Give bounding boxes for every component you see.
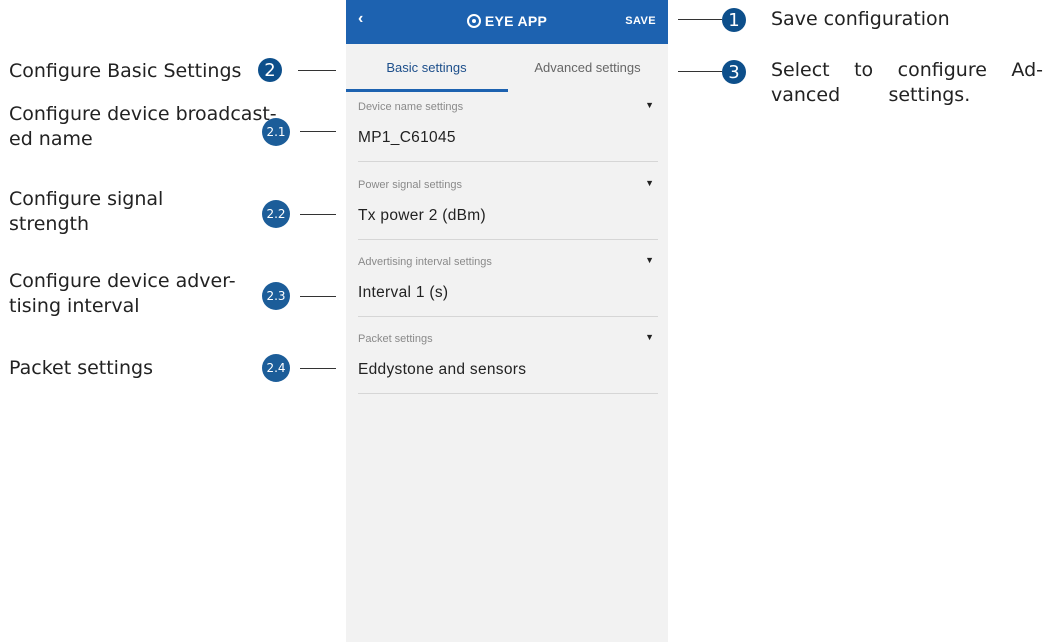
annotation-packet-settings: Packet settings (9, 357, 153, 379)
annotation-advertising-interval-line1: Configure device adver- (9, 270, 236, 292)
setting-label: Advertising interval settings (358, 256, 492, 268)
callout-line-1 (678, 19, 722, 20)
annotation-advertising-interval: Configure device adver- tising interval (9, 269, 236, 319)
annotation-advanced-settings-line2: vanced settings. (771, 84, 971, 106)
callout-badge-2-2: 2.2 (262, 200, 290, 228)
annotation-signal-strength-line2: strength (9, 213, 90, 235)
annotation-basic-settings: Configure Basic Settings (9, 60, 242, 82)
callout-badge-2-4: 2.4 (262, 354, 290, 382)
tab-basic-settings[interactable]: Basic settings (346, 44, 507, 92)
callout-line-2 (298, 70, 336, 71)
active-tab-indicator (346, 89, 508, 92)
save-button[interactable]: SAVE (625, 15, 656, 27)
power-signal-settings[interactable]: Power signal settings ▼ Tx power 2 (dBm) (358, 178, 658, 241)
callout-badge-1: 1 (722, 8, 746, 32)
phone-screen: ‹ EYE APP SAVE Basic settings Advanced s… (346, 0, 668, 642)
callout-line-3 (678, 71, 722, 72)
caret-down-icon[interactable]: ▼ (645, 100, 654, 110)
device-name-settings[interactable]: Device name settings ▼ MP1_C61045 (358, 100, 658, 163)
divider (358, 161, 658, 162)
tab-bar: Basic settings Advanced settings (346, 44, 668, 92)
app-title-text: EYE APP (484, 13, 548, 29)
caret-down-icon[interactable]: ▼ (645, 178, 654, 188)
setting-value: Interval 1 (s) (358, 284, 449, 301)
eye-logo-icon (466, 14, 481, 28)
annotation-advertising-interval-line2: tising interval (9, 295, 140, 317)
annotation-device-name: Configure device broadcast- ed name (9, 102, 277, 152)
annotation-signal-strength-line1: Configure signal (9, 188, 164, 210)
callout-line-2-3 (300, 296, 336, 297)
callout-line-2-1 (300, 131, 336, 132)
divider (358, 393, 658, 394)
callout-badge-2: 2 (258, 58, 282, 82)
app-bar: ‹ EYE APP SAVE (346, 0, 668, 44)
annotation-device-name-line1: Configure device broadcast- (9, 103, 277, 125)
annotation-signal-strength: Configure signal strength (9, 187, 163, 237)
setting-value: Tx power 2 (dBm) (358, 207, 486, 224)
setting-label: Packet settings (358, 333, 433, 345)
annotation-save-configuration: Save configuration (771, 8, 950, 30)
app-title: EYE APP (346, 13, 668, 29)
tab-advanced-settings[interactable]: Advanced settings (507, 44, 668, 92)
annotation-advanced-settings-line1: Select to configure Ad- (771, 59, 1043, 81)
annotation-advanced-settings: Select to configure Ad- vanced settings. (771, 58, 1043, 108)
setting-value: MP1_C61045 (358, 129, 456, 146)
advertising-interval-settings[interactable]: Advertising interval settings ▼ Interval… (358, 255, 658, 318)
callout-badge-2-3: 2.3 (262, 282, 290, 310)
divider (358, 239, 658, 240)
setting-label: Device name settings (358, 101, 464, 113)
annotation-device-name-line2: ed name (9, 128, 93, 150)
callout-badge-3: 3 (722, 60, 746, 84)
setting-label: Power signal settings (358, 179, 462, 191)
divider (358, 316, 658, 317)
setting-value: Eddystone and sensors (358, 361, 527, 378)
callout-line-2-4 (300, 368, 336, 369)
caret-down-icon[interactable]: ▼ (645, 332, 654, 342)
packet-settings[interactable]: Packet settings ▼ Eddystone and sensors (358, 332, 658, 395)
caret-down-icon[interactable]: ▼ (645, 255, 654, 265)
callout-badge-2-1: 2.1 (262, 118, 290, 146)
callout-line-2-2 (300, 214, 336, 215)
